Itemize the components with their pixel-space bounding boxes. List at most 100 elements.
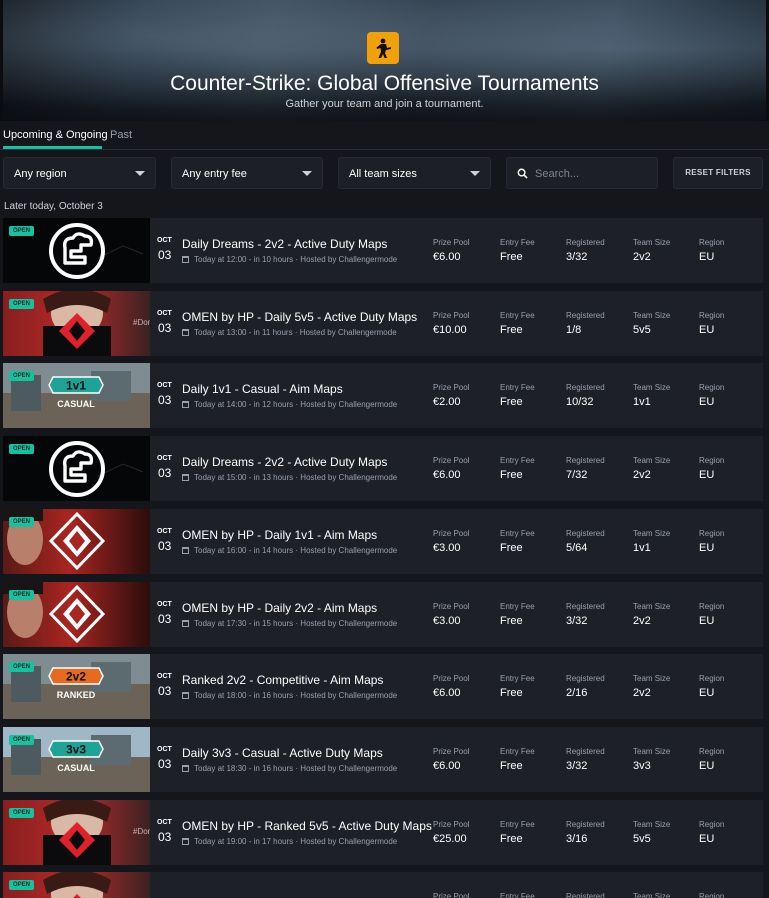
tournament-row[interactable]: OPEN OCT 03 Daily Dreams - 2v2 - Active Dut… (3, 218, 763, 283)
stat-value: EU (699, 760, 715, 772)
tournament-row[interactable]: OPEN OCT 03 Daily Dreams - 2v2 - Active Dut… (3, 436, 763, 501)
tournament-title[interactable]: Daily Dreams - 2v2 - Active Duty Maps (182, 237, 387, 251)
stat-registered: Registered 7/32 (566, 456, 605, 481)
stat-label: Entry Fee (500, 529, 535, 538)
stat-label: Entry Fee (500, 747, 535, 756)
stat-label: Registered (566, 238, 605, 247)
tournament-row[interactable]: OPEN OCT 03 OMEN by HP - Daily 1v1 - Aim Ma… (3, 509, 763, 574)
date-month: OCT (157, 819, 172, 826)
stat-prize: Prize Pool €6.00 (433, 674, 469, 699)
open-status-badge: OPEN (9, 226, 35, 236)
host-label: Hosted by Challengermode (300, 764, 398, 773)
stat-label: Team Size (633, 311, 671, 320)
host-label: Hosted by Challengermode (300, 400, 398, 409)
tournament-row[interactable]: OPEN OCT 03 OMEN by HP - Daily 2v2 - Aim Ma… (3, 582, 763, 647)
date-heading: Later today, October 3 (4, 201, 103, 212)
stat-label: Prize Pool (433, 529, 470, 538)
search-input[interactable] (535, 166, 653, 182)
tournament-title[interactable]: Daily Dreams - 2v2 - Active Duty Maps (182, 455, 387, 469)
tournament-row[interactable]: 1v1 CASUAL OPEN OCT 03 Daily 1v1 - Casual - A… (3, 363, 763, 428)
open-status-badge: OPEN (9, 371, 35, 381)
tournament-meta: Today at 13:00 - in 11 hours · Hosted by… (182, 328, 397, 337)
stat-label: Region (699, 747, 725, 756)
stat-value: 3v3 (633, 760, 651, 772)
stat-label: Registered (566, 529, 605, 538)
stat-label: Team Size (633, 747, 671, 756)
start-time: Today at 14:00 - in 12 hours (194, 400, 294, 409)
stat-prize: Prize Pool €6.00 (433, 238, 469, 263)
calendar-icon (182, 620, 189, 627)
region-filter-select[interactable]: Any region (3, 157, 156, 189)
tournament-title[interactable]: Daily 1v1 - Casual - Aim Maps (182, 382, 343, 396)
tab-past[interactable]: Past (110, 129, 132, 141)
svg-text:3v3: 3v3 (66, 743, 86, 757)
calendar-icon (182, 765, 189, 772)
calendar-icon (182, 329, 189, 336)
open-status-badge: OPEN (9, 808, 35, 818)
stat-region: Region EU (699, 602, 724, 627)
tournament-title[interactable]: OMEN by HP - Daily 1v1 - Aim Maps (182, 528, 377, 542)
tournament-title[interactable]: Daily 3v3 - Casual - Active Duty Maps (182, 746, 383, 760)
tab-upcoming-ongoing[interactable]: Upcoming & Ongoing (3, 129, 108, 141)
stat-label: Prize Pool (433, 383, 470, 392)
calendar-icon (182, 256, 189, 263)
tournament-title[interactable]: Ranked 2v2 - Competitive - Aim Maps (182, 673, 383, 687)
stat-fee: Entry Fee Free (500, 820, 535, 845)
stat-value: EU (699, 542, 715, 554)
stat-value: 2v2 (633, 251, 651, 263)
date-day: 03 (158, 757, 172, 771)
stat-label: Team Size (633, 238, 671, 247)
date-month: OCT (157, 601, 172, 608)
stat-prize: Prize Pool €10.00 (433, 311, 469, 336)
stat-prize: Prize Pool €3.00 (433, 529, 469, 554)
stat-team-size: Team Size 2v2 (633, 602, 670, 627)
date-day: 03 (158, 684, 172, 698)
stat-region: Region EU (699, 747, 724, 772)
team-size-filter-select[interactable]: All team sizes (338, 157, 491, 189)
tournament-row[interactable]: #DomOPEN · Prize PoolEntry FeeRegistered… (3, 872, 763, 898)
host-label: Hosted by Challengermode (300, 837, 398, 846)
stat-value: Free (500, 251, 523, 263)
reset-filters-button[interactable]: RESET FILTERS (673, 157, 763, 189)
tournament-title[interactable]: OMEN by HP - Daily 2v2 - Aim Maps (182, 601, 377, 615)
open-status-badge: OPEN (9, 735, 35, 745)
stat-label: Registered (566, 383, 605, 392)
stat-value: €6.00 (433, 251, 461, 263)
tournament-row[interactable]: 3v3 CASUAL OPEN OCT 03 Daily 3v3 - Casual - A… (3, 727, 763, 792)
stat-value: EU (699, 324, 715, 336)
entry-fee-filter-select[interactable]: Any entry fee (171, 157, 323, 189)
stat-prize: Prize Pool €6.00 (433, 747, 469, 772)
stat-label: Prize Pool (433, 311, 470, 320)
stat-value: EU (699, 833, 715, 845)
stat-fee: Entry Fee Free (500, 529, 535, 554)
date-month: OCT (157, 310, 172, 317)
tournament-meta: Today at 16:00 - in 14 hours · Hosted by… (182, 546, 397, 555)
open-status-badge: OPEN (9, 590, 35, 600)
stat-value: €6.00 (433, 760, 461, 772)
tournament-title[interactable]: OMEN by HP - Ranked 5v5 - Active Duty Ma… (182, 819, 432, 833)
stat-value: 2/16 (566, 687, 588, 699)
stat-label: Registered (566, 674, 605, 683)
stat-label: Prize Pool (433, 820, 470, 829)
tournament-title[interactable]: OMEN by HP - Daily 5v5 - Active Duty Map… (182, 310, 417, 324)
tournament-row[interactable]: #Dom OPEN OCT 03 OMEN by HP - Ranked 5v5 - A… (3, 800, 763, 865)
open-status-badge: OPEN (9, 299, 35, 309)
stat-registered: Registered 3/16 (566, 820, 605, 845)
stat-label: Team Size (633, 602, 671, 611)
tournament-row[interactable]: 2v2 RANKED OPEN OCT 03 Ranked 2v2 - Competiti… (3, 654, 763, 719)
stat-team-size: Team Size 5v5 (633, 311, 670, 336)
stat-label: Registered (566, 747, 605, 756)
page-subtitle: Gather your team and join a tournament. (285, 98, 484, 110)
host-label: Hosted by Challengermode (300, 255, 398, 264)
stat-region: Region EU (699, 674, 724, 699)
stat-region: Region (699, 892, 724, 898)
calendar-icon (182, 547, 189, 554)
stat-registered: Registered 2/16 (566, 674, 605, 699)
stat-label: Entry Fee (500, 674, 535, 683)
date-month: OCT (157, 746, 172, 753)
stat-value: €3.00 (433, 615, 461, 627)
hero-banner: Counter-Strike: Global Offensive Tournam… (0, 0, 769, 121)
stat-label: Region (699, 820, 725, 829)
tournament-row[interactable]: #Dom OPEN OCT 03 OMEN by HP - Daily 5v5 - Ac… (3, 291, 763, 356)
stat-label: Entry Fee (500, 383, 535, 392)
